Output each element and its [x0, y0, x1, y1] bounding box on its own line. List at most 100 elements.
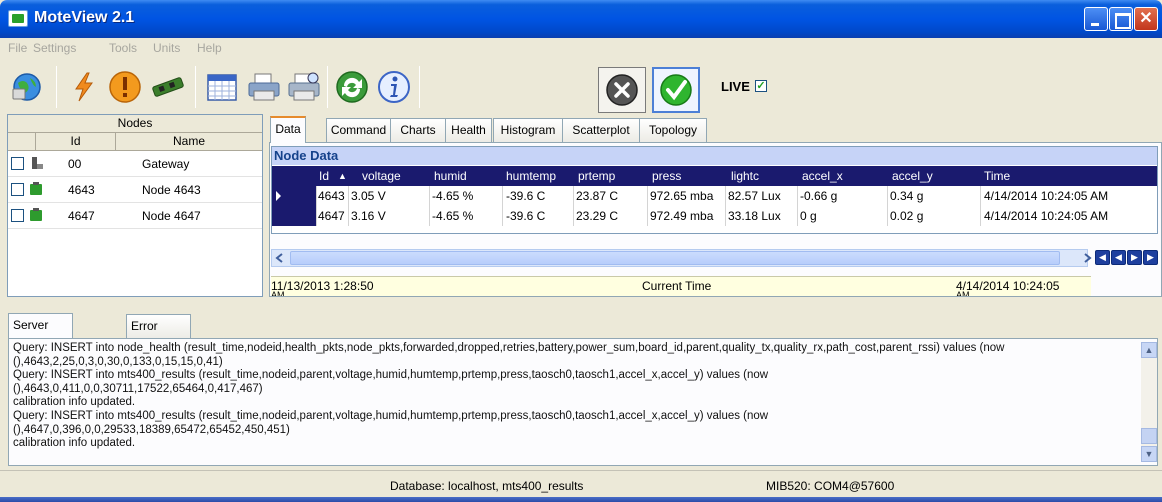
- end-time-suffix: AM: [956, 290, 970, 296]
- vertical-scrollbar[interactable]: ▲ ▼: [1141, 342, 1157, 462]
- col-id[interactable]: Id: [319, 169, 329, 183]
- database-status: Database: localhost, mts400_results: [390, 479, 584, 493]
- scroll-left-icon[interactable]: [275, 253, 285, 263]
- col-prtemp[interactable]: prtemp: [578, 169, 615, 183]
- nodes-columns: Id Name: [8, 133, 262, 151]
- tab-command[interactable]: Command: [326, 118, 391, 142]
- grid-divider: [429, 186, 430, 226]
- col-accel-y[interactable]: accel_y: [892, 169, 933, 183]
- menu-file[interactable]: File: [8, 41, 27, 55]
- table-row[interactable]: 4647 3.16 V -4.65 % -39.6 C 23.29 C 972.…: [272, 206, 1157, 226]
- lightning-icon[interactable]: [66, 69, 102, 105]
- log-line: (),4643,0,411,0,0,30711,17522,65464,0,41…: [13, 382, 263, 395]
- horizontal-scrollbar[interactable]: [271, 249, 1088, 267]
- table-row[interactable]: 4643 3.05 V -4.65 % -39.6 C 23.87 C 972.…: [272, 186, 1157, 206]
- node-name: Node 4643: [142, 183, 201, 197]
- gateway-icon: [32, 157, 43, 169]
- node-checkbox[interactable]: [11, 157, 24, 170]
- nodes-panel: Nodes Id Name 00 Gateway 4643 Node 4643 …: [7, 114, 263, 297]
- menu-bar: File Settings Tools Units Help: [0, 38, 1162, 58]
- last-record-icon[interactable]: ▶: [1143, 250, 1158, 265]
- minimize-button[interactable]: [1084, 7, 1108, 31]
- toolbar: LIVE ✓: [0, 58, 1162, 114]
- live-checkbox[interactable]: ✓: [755, 80, 767, 92]
- nodes-header: Nodes: [8, 115, 262, 133]
- col-time[interactable]: Time: [984, 169, 1010, 183]
- nodes-col-blank: [8, 133, 36, 150]
- title-bar: MoteView 2.1 ✕: [0, 0, 1162, 38]
- cell-accel-x: 0 g: [800, 209, 817, 223]
- close-window-button[interactable]: ✕: [1134, 7, 1158, 31]
- cell-prtemp: 23.87 C: [576, 189, 619, 203]
- menu-tools[interactable]: Tools: [109, 41, 137, 55]
- tab-health[interactable]: Health: [445, 118, 492, 142]
- start-button[interactable]: [652, 67, 700, 113]
- print-preview-icon[interactable]: [286, 69, 322, 105]
- nodes-col-id[interactable]: Id: [36, 133, 116, 150]
- tab-error-messages[interactable]: Error Messages: [126, 314, 191, 356]
- board-icon[interactable]: [150, 69, 186, 105]
- node-id: 00: [68, 157, 82, 171]
- col-humid[interactable]: humid: [434, 169, 467, 183]
- log-line: Query: INSERT into node_health (result_t…: [13, 342, 1005, 354]
- cell-id: 4643: [318, 189, 345, 203]
- log-line: (),4647,0,396,0,0,29533,18389,65472,6545…: [13, 423, 290, 436]
- cell-lightc: 33.18 Lux: [728, 209, 781, 223]
- cell-accel-y: 0.02 g: [890, 209, 924, 223]
- end-time: 4/14/2014 10:24:05: [956, 279, 1060, 293]
- stop-button[interactable]: [598, 67, 646, 113]
- calendar-icon[interactable]: [204, 69, 240, 105]
- log-line: Query: INSERT into mts400_results (resul…: [13, 369, 769, 382]
- col-press[interactable]: press: [652, 169, 681, 183]
- maximize-button[interactable]: [1109, 7, 1133, 31]
- tab-scatterplot[interactable]: Scatterplot: [562, 118, 640, 142]
- cell-accel-x: -0.66 g: [800, 189, 838, 203]
- menu-help[interactable]: Help: [197, 41, 222, 55]
- time-range-bar[interactable]: 11/13/2013 1:28:50 AM Current Time 4/14/…: [271, 276, 1091, 296]
- prev-record-icon[interactable]: ◀: [1111, 250, 1126, 265]
- node-checkbox[interactable]: [11, 183, 24, 196]
- server-messages-log[interactable]: Query: INSERT into node_health (result_t…: [13, 342, 1138, 462]
- node-row-gateway[interactable]: 00 Gateway: [8, 151, 262, 177]
- cell-humid: -4.65 %: [432, 209, 474, 223]
- cell-humtemp: -39.6 C: [506, 209, 546, 223]
- col-humtemp[interactable]: humtemp: [506, 169, 556, 183]
- next-record-icon[interactable]: ▶: [1127, 250, 1142, 265]
- tab-topology[interactable]: Topology: [639, 118, 707, 142]
- menu-settings[interactable]: Settings: [33, 41, 76, 55]
- col-lightc[interactable]: lightc: [731, 169, 759, 183]
- log-line: Query: INSERT into mts400_results (resul…: [13, 409, 769, 422]
- scroll-down-icon[interactable]: ▼: [1141, 446, 1157, 462]
- toolbar-separator: [419, 66, 420, 108]
- col-accel-x[interactable]: accel_x: [802, 169, 843, 183]
- scroll-right-icon[interactable]: [1083, 253, 1093, 263]
- mote-icon: [30, 182, 42, 195]
- menu-units[interactable]: Units: [153, 41, 180, 55]
- grid-divider: [887, 186, 888, 226]
- globe-icon[interactable]: [9, 69, 45, 105]
- tab-server-messages[interactable]: Server Messages: [8, 313, 73, 355]
- cell-voltage: 3.16 V: [351, 209, 386, 223]
- info-icon[interactable]: [376, 69, 412, 105]
- nodes-col-name[interactable]: Name: [116, 133, 262, 150]
- grid-divider: [573, 186, 574, 226]
- scrollbar-thumb[interactable]: [290, 251, 1060, 265]
- refresh-icon[interactable]: [334, 69, 370, 105]
- tab-charts[interactable]: Charts: [390, 118, 446, 142]
- tab-data[interactable]: Data: [270, 116, 306, 143]
- start-time: 11/13/2013 1:28:50: [271, 279, 374, 293]
- printer-icon[interactable]: [246, 69, 282, 105]
- scroll-up-icon[interactable]: ▲: [1141, 342, 1157, 358]
- node-id: 4643: [68, 183, 95, 197]
- node-row-4643[interactable]: 4643 Node 4643: [8, 177, 262, 203]
- grid-divider: [348, 186, 349, 226]
- warning-icon[interactable]: [107, 69, 143, 105]
- first-record-icon[interactable]: ◀: [1095, 250, 1110, 265]
- scrollbar-thumb[interactable]: [1141, 428, 1157, 444]
- col-voltage[interactable]: voltage: [362, 169, 401, 183]
- node-id: 4647: [68, 209, 95, 223]
- toolbar-separator: [56, 66, 57, 108]
- tab-histogram[interactable]: Histogram: [493, 118, 563, 142]
- node-row-4647[interactable]: 4647 Node 4647: [8, 203, 262, 229]
- node-checkbox[interactable]: [11, 209, 24, 222]
